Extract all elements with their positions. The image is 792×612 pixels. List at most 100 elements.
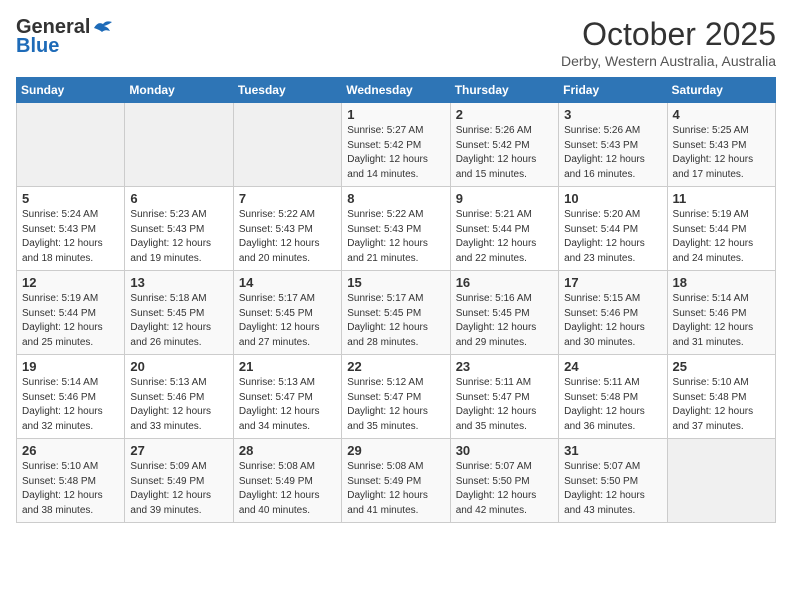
day-info: Sunrise: 5:14 AMSunset: 5:46 PMDaylight:… (673, 292, 770, 350)
day-info: Sunrise: 5:13 AMSunset: 5:47 PMDaylight:… (239, 376, 336, 434)
calendar-day-cell: 9 Sunrise: 5:21 AMSunset: 5:44 PMDaylight… (450, 187, 558, 271)
calendar-day-cell: 22Sunrise: 5:12 AMSunset: 5:47 PMDayligh… (342, 355, 450, 439)
day-info: Sunrise: 5:24 AMSunset: 5:43 PMDaylight:… (22, 208, 119, 266)
month-title: October 2025 (561, 16, 776, 53)
day-number: 24 (564, 359, 661, 374)
day-info: Sunrise: 5:10 AMSunset: 5:48 PMDaylight:… (673, 376, 770, 434)
day-number: 6 (130, 191, 227, 206)
day-info: Sunrise: 5:08 AMSunset: 5:49 PMDaylight:… (239, 460, 336, 518)
calendar-day-cell: 4 Sunrise: 5:25 AMSunset: 5:43 PMDaylight… (667, 103, 775, 187)
calendar-day-cell: 25 Sunrise: 5:10 AMSunset: 5:48 PMDayligh… (667, 355, 775, 439)
day-info: Sunrise: 5:19 AMSunset: 5:44 PMDaylight:… (22, 292, 119, 350)
calendar-day-cell: 3 Sunrise: 5:26 AMSunset: 5:43 PMDaylight… (559, 103, 667, 187)
calendar-day-cell: 20 Sunrise: 5:13 AMSunset: 5:46 PMDayligh… (125, 355, 233, 439)
calendar-week-row: 5 Sunrise: 5:24 AMSunset: 5:43 PMDaylight… (17, 187, 776, 271)
calendar-week-row: 12 Sunrise: 5:19 AMSunset: 5:44 PMDayligh… (17, 271, 776, 355)
location-text: Derby, Western Australia, Australia (561, 53, 776, 69)
day-number: 16 (456, 275, 553, 290)
day-info: Sunrise: 5:10 AMSunset: 5:48 PMDaylight:… (22, 460, 119, 518)
day-info: Sunrise: 5:16 AMSunset: 5:45 PMDaylight:… (456, 292, 553, 350)
day-number: 15 (347, 275, 444, 290)
day-number: 14 (239, 275, 336, 290)
day-number: 30 (456, 443, 553, 458)
calendar-day-cell: 2 Sunrise: 5:26 AMSunset: 5:42 PMDaylight… (450, 103, 558, 187)
day-number: 20 (130, 359, 227, 374)
weekday-header-friday: Friday (559, 78, 667, 103)
day-number: 12 (22, 275, 119, 290)
calendar-day-cell: 23Sunrise: 5:11 AMSunset: 5:47 PMDayligh… (450, 355, 558, 439)
calendar-day-cell: 14Sunrise: 5:17 AMSunset: 5:45 PMDayligh… (233, 271, 341, 355)
calendar-week-row: 1 Sunrise: 5:27 AMSunset: 5:42 PMDaylight… (17, 103, 776, 187)
weekday-header-row: SundayMondayTuesdayWednesdayThursdayFrid… (17, 78, 776, 103)
day-info: Sunrise: 5:18 AMSunset: 5:45 PMDaylight:… (130, 292, 227, 350)
day-number: 29 (347, 443, 444, 458)
day-number: 17 (564, 275, 661, 290)
calendar-day-cell: 26Sunrise: 5:10 AMSunset: 5:48 PMDayligh… (17, 439, 125, 523)
day-info: Sunrise: 5:19 AMSunset: 5:44 PMDaylight:… (673, 208, 770, 266)
day-number: 31 (564, 443, 661, 458)
weekday-header-monday: Monday (125, 78, 233, 103)
day-number: 21 (239, 359, 336, 374)
calendar-empty-cell (233, 103, 341, 187)
weekday-header-sunday: Sunday (17, 78, 125, 103)
day-info: Sunrise: 5:26 AMSunset: 5:42 PMDaylight:… (456, 124, 553, 182)
day-info: Sunrise: 5:25 AMSunset: 5:43 PMDaylight:… (673, 124, 770, 182)
day-info: Sunrise: 5:22 AMSunset: 5:43 PMDaylight:… (347, 208, 444, 266)
day-number: 28 (239, 443, 336, 458)
calendar-empty-cell (17, 103, 125, 187)
weekday-header-wednesday: Wednesday (342, 78, 450, 103)
calendar-day-cell: 1 Sunrise: 5:27 AMSunset: 5:42 PMDaylight… (342, 103, 450, 187)
day-info: Sunrise: 5:07 AMSunset: 5:50 PMDaylight:… (456, 460, 553, 518)
day-info: Sunrise: 5:15 AMSunset: 5:46 PMDaylight:… (564, 292, 661, 350)
calendar-empty-cell (667, 439, 775, 523)
day-number: 25 (673, 359, 770, 374)
calendar-day-cell: 17 Sunrise: 5:15 AMSunset: 5:46 PMDayligh… (559, 271, 667, 355)
calendar-day-cell: 15 Sunrise: 5:17 AMSunset: 5:45 PMDayligh… (342, 271, 450, 355)
day-info: Sunrise: 5:21 AMSunset: 5:44 PMDaylight:… (456, 208, 553, 266)
day-number: 19 (22, 359, 119, 374)
day-info: Sunrise: 5:11 AMSunset: 5:48 PMDaylight:… (564, 376, 661, 434)
day-info: Sunrise: 5:14 AMSunset: 5:46 PMDaylight:… (22, 376, 119, 434)
page-header: General Blue October 2025 Derby, Western… (16, 16, 776, 69)
calendar-day-cell: 8Sunrise: 5:22 AMSunset: 5:43 PMDaylight… (342, 187, 450, 271)
weekday-header-thursday: Thursday (450, 78, 558, 103)
calendar-table: SundayMondayTuesdayWednesdayThursdayFrid… (16, 77, 776, 523)
day-number: 4 (673, 107, 770, 122)
day-number: 5 (22, 191, 119, 206)
day-number: 13 (130, 275, 227, 290)
day-info: Sunrise: 5:23 AMSunset: 5:43 PMDaylight:… (130, 208, 227, 266)
day-number: 7 (239, 191, 336, 206)
day-number: 9 (456, 191, 553, 206)
day-number: 18 (673, 275, 770, 290)
day-number: 1 (347, 107, 444, 122)
calendar-day-cell: 13 Sunrise: 5:18 AMSunset: 5:45 PMDayligh… (125, 271, 233, 355)
day-info: Sunrise: 5:09 AMSunset: 5:49 PMDaylight:… (130, 460, 227, 518)
weekday-header-tuesday: Tuesday (233, 78, 341, 103)
day-info: Sunrise: 5:22 AMSunset: 5:43 PMDaylight:… (239, 208, 336, 266)
calendar-day-cell: 12 Sunrise: 5:19 AMSunset: 5:44 PMDayligh… (17, 271, 125, 355)
day-info: Sunrise: 5:27 AMSunset: 5:42 PMDaylight:… (347, 124, 444, 182)
day-info: Sunrise: 5:11 AMSunset: 5:47 PMDaylight:… (456, 376, 553, 434)
calendar-empty-cell (125, 103, 233, 187)
calendar-week-row: 26Sunrise: 5:10 AMSunset: 5:48 PMDayligh… (17, 439, 776, 523)
logo: General Blue (16, 16, 114, 58)
day-number: 3 (564, 107, 661, 122)
title-block: October 2025 Derby, Western Australia, A… (561, 16, 776, 69)
day-info: Sunrise: 5:20 AMSunset: 5:44 PMDaylight:… (564, 208, 661, 266)
calendar-day-cell: 7 Sunrise: 5:22 AMSunset: 5:43 PMDaylight… (233, 187, 341, 271)
day-number: 2 (456, 107, 553, 122)
calendar-day-cell: 10 Sunrise: 5:20 AMSunset: 5:44 PMDayligh… (559, 187, 667, 271)
day-info: Sunrise: 5:26 AMSunset: 5:43 PMDaylight:… (564, 124, 661, 182)
calendar-day-cell: 29 Sunrise: 5:08 AMSunset: 5:49 PMDayligh… (342, 439, 450, 523)
day-info: Sunrise: 5:17 AMSunset: 5:45 PMDaylight:… (347, 292, 444, 350)
calendar-day-cell: 18 Sunrise: 5:14 AMSunset: 5:46 PMDayligh… (667, 271, 775, 355)
calendar-day-cell: 21 Sunrise: 5:13 AMSunset: 5:47 PMDayligh… (233, 355, 341, 439)
calendar-week-row: 19 Sunrise: 5:14 AMSunset: 5:46 PMDayligh… (17, 355, 776, 439)
day-number: 10 (564, 191, 661, 206)
day-info: Sunrise: 5:13 AMSunset: 5:46 PMDaylight:… (130, 376, 227, 434)
calendar-day-cell: 27Sunrise: 5:09 AMSunset: 5:49 PMDayligh… (125, 439, 233, 523)
weekday-header-saturday: Saturday (667, 78, 775, 103)
calendar-day-cell: 6 Sunrise: 5:23 AMSunset: 5:43 PMDaylight… (125, 187, 233, 271)
day-info: Sunrise: 5:08 AMSunset: 5:49 PMDaylight:… (347, 460, 444, 518)
calendar-day-cell: 11Sunrise: 5:19 AMSunset: 5:44 PMDayligh… (667, 187, 775, 271)
